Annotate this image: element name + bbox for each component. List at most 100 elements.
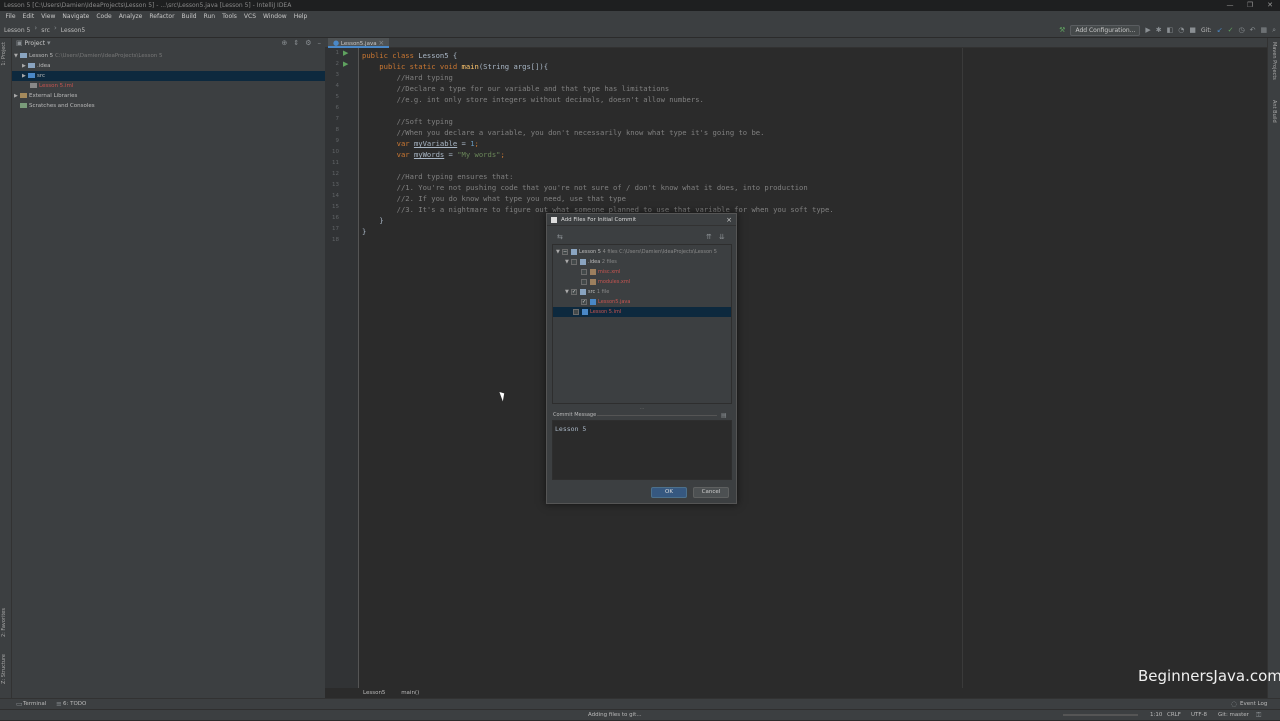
tree-item-iml[interactable]: Lesson 5.iml xyxy=(12,81,325,91)
search-icon[interactable]: ⌕ xyxy=(1272,25,1276,36)
tree-item-src[interactable]: ▶ src xyxy=(12,71,325,81)
chevron-down-icon[interactable]: ▾ xyxy=(47,38,51,49)
menu-vcs[interactable]: VCS xyxy=(240,11,259,23)
tab-lesson5-java[interactable]: ● Lesson5.java × xyxy=(328,38,390,49)
structure-tool-tab[interactable]: Z: Structure xyxy=(1,654,7,684)
ant-build-tab[interactable]: Ant Build xyxy=(1271,100,1277,123)
file-tree-src[interactable]: ▼ ✓ src 1 file xyxy=(553,287,731,297)
menu-window[interactable]: Window xyxy=(260,11,291,23)
menu-code[interactable]: Code xyxy=(93,11,115,23)
collapse-all-icon[interactable]: ⇊ xyxy=(719,232,725,242)
tree-item-idea[interactable]: ▶ .idea xyxy=(12,61,325,71)
git-update-icon[interactable]: ↙ xyxy=(1217,25,1223,36)
build-hammer-icon[interactable]: ⚒ xyxy=(1059,25,1065,36)
file-tree-java[interactable]: ✓ Lesson5.java xyxy=(553,297,731,307)
code-line-14[interactable]: //2. If you do know what type you need, … xyxy=(362,193,626,204)
menu-file[interactable]: File xyxy=(2,11,19,23)
run-gutter-icon[interactable]: ▶ xyxy=(343,59,348,70)
commit-message-input[interactable]: Lesson 5 xyxy=(552,420,732,480)
coverage-icon[interactable]: ◧ xyxy=(1167,25,1174,36)
code-line-2[interactable]: public static void main(String args[]){ xyxy=(362,61,548,72)
menu-run[interactable]: Run xyxy=(200,11,219,23)
code-line-12[interactable]: //Hard typing ensures that: xyxy=(362,171,514,182)
file-encoding[interactable]: UTF-8 xyxy=(1191,710,1207,721)
caret-position[interactable]: 1:10 xyxy=(1150,710,1162,721)
file-tree-root[interactable]: ▼ − Lesson 5 4 files C:\Users\Damien\IdeaP… xyxy=(553,247,731,257)
git-commit-icon[interactable]: ✓ xyxy=(1228,25,1234,36)
file-tree-iml[interactable]: Lesson 5.iml xyxy=(553,307,731,317)
minimize-button[interactable]: — xyxy=(1220,0,1240,11)
code-line-7[interactable]: //Soft typing xyxy=(362,116,453,127)
lock-icon[interactable]: ⚿ xyxy=(1256,710,1261,721)
code-line-9[interactable]: var myVariable = 1; xyxy=(362,138,479,149)
idea-checkbox[interactable] xyxy=(571,258,577,265)
code-line-10[interactable]: var myWords = "My words"; xyxy=(362,149,505,160)
tree-item-project-root[interactable]: ▼ Lesson 5 C:\Users\Damien\IdeaProjects\L… xyxy=(12,51,325,61)
root-checkbox[interactable]: − xyxy=(562,248,568,255)
menu-view[interactable]: View xyxy=(38,11,59,23)
breadcrumb-project[interactable]: Lesson 5 xyxy=(4,23,30,38)
git-history-icon[interactable]: ◷ xyxy=(1238,25,1244,36)
project-view-selector[interactable]: Project xyxy=(25,40,46,47)
stop-icon[interactable]: ■ xyxy=(1189,25,1196,36)
java-checkbox[interactable]: ✓ xyxy=(581,298,587,305)
debug-icon[interactable]: ✱ xyxy=(1156,25,1162,36)
hide-icon[interactable]: – xyxy=(318,38,322,49)
group-by-icon[interactable]: ⇆ xyxy=(557,232,563,242)
menu-build[interactable]: Build xyxy=(178,11,200,23)
run-gutter-icon[interactable]: ▶ xyxy=(343,48,348,59)
cancel-button[interactable]: Cancel xyxy=(693,487,729,498)
menu-refactor[interactable]: Refactor xyxy=(146,11,178,23)
expand-all-icon[interactable]: ⇈ xyxy=(706,232,712,242)
close-tab-icon[interactable]: × xyxy=(378,38,384,49)
editor-tabs: ● Lesson5.java × xyxy=(325,38,1267,48)
menu-tools[interactable]: Tools xyxy=(219,11,241,23)
modules-checkbox[interactable] xyxy=(581,278,587,285)
navigation-bar: Lesson 5 › src › Lesson5 ⚒ Add Configura… xyxy=(0,23,1280,38)
locate-icon[interactable]: ⊕ xyxy=(281,38,287,49)
code-line-8[interactable]: //When you declare a variable, you don't… xyxy=(362,127,765,138)
close-icon[interactable]: × xyxy=(726,214,732,226)
code-line-4[interactable]: //Declare a type for our variable and th… xyxy=(362,83,670,94)
breadcrumb-class[interactable]: Lesson5 xyxy=(363,690,385,696)
tree-item-scratches[interactable]: Scratches and Consoles xyxy=(12,101,325,111)
splitter-handle[interactable]: ··· xyxy=(552,407,732,412)
breadcrumb-method[interactable]: main() xyxy=(401,690,419,696)
project-tool-tab[interactable]: 1: Project xyxy=(1,42,7,66)
code-line-1[interactable]: public class Lesson5 { xyxy=(362,50,457,61)
profile-icon[interactable]: ◔ xyxy=(1178,25,1184,36)
collapse-all-icon[interactable]: ⇕ xyxy=(293,38,299,49)
favorites-tool-tab[interactable]: 2: Favorites xyxy=(1,608,7,637)
tree-item-external-libraries[interactable]: ▶ External Libraries xyxy=(12,91,325,101)
code-line-17[interactable]: } xyxy=(362,226,366,237)
line-separator[interactable]: CRLF xyxy=(1167,710,1181,721)
file-tree-idea[interactable]: ▼ .idea 2 files xyxy=(553,257,731,267)
menu-edit[interactable]: Edit xyxy=(19,11,38,23)
maven-projects-tab[interactable]: Maven Projects xyxy=(1271,42,1277,80)
menu-help[interactable]: Help xyxy=(290,11,311,23)
file-tree-modules[interactable]: modules.xml xyxy=(553,277,731,287)
close-window-button[interactable]: ✕ xyxy=(1260,0,1280,11)
breadcrumb-file[interactable]: Lesson5 xyxy=(61,23,85,38)
chevron-right-icon: › xyxy=(53,24,57,32)
ok-button[interactable]: OK xyxy=(651,487,687,498)
code-line-16[interactable]: } xyxy=(362,215,383,226)
git-revert-icon[interactable]: ↶ xyxy=(1250,25,1256,36)
code-line-5[interactable]: //e.g. int only store integers without d… xyxy=(362,94,704,105)
maximize-button[interactable]: ❐ xyxy=(1240,0,1260,11)
code-line-3[interactable]: //Hard typing xyxy=(362,72,453,83)
misc-checkbox[interactable] xyxy=(581,268,587,275)
menu-analyze[interactable]: Analyze xyxy=(115,11,146,23)
file-tree-misc[interactable]: misc.xml xyxy=(553,267,731,277)
watermark-text: BeginnersJava.com xyxy=(1138,667,1280,685)
menu-navigate[interactable]: Navigate xyxy=(59,11,93,23)
breadcrumb-src[interactable]: src xyxy=(41,23,50,38)
iml-checkbox[interactable] xyxy=(573,308,579,315)
run-icon[interactable]: ▶ xyxy=(1145,25,1150,36)
src-checkbox[interactable]: ✓ xyxy=(571,288,577,295)
git-branch[interactable]: Git: master xyxy=(1218,710,1249,721)
code-line-13[interactable]: //1. You're not pushing code that you're… xyxy=(362,182,808,193)
add-configuration-button[interactable]: Add Configuration... xyxy=(1070,25,1141,36)
gear-icon[interactable]: ⚙ xyxy=(305,38,311,49)
project-structure-icon[interactable]: ▦ xyxy=(1260,25,1267,36)
